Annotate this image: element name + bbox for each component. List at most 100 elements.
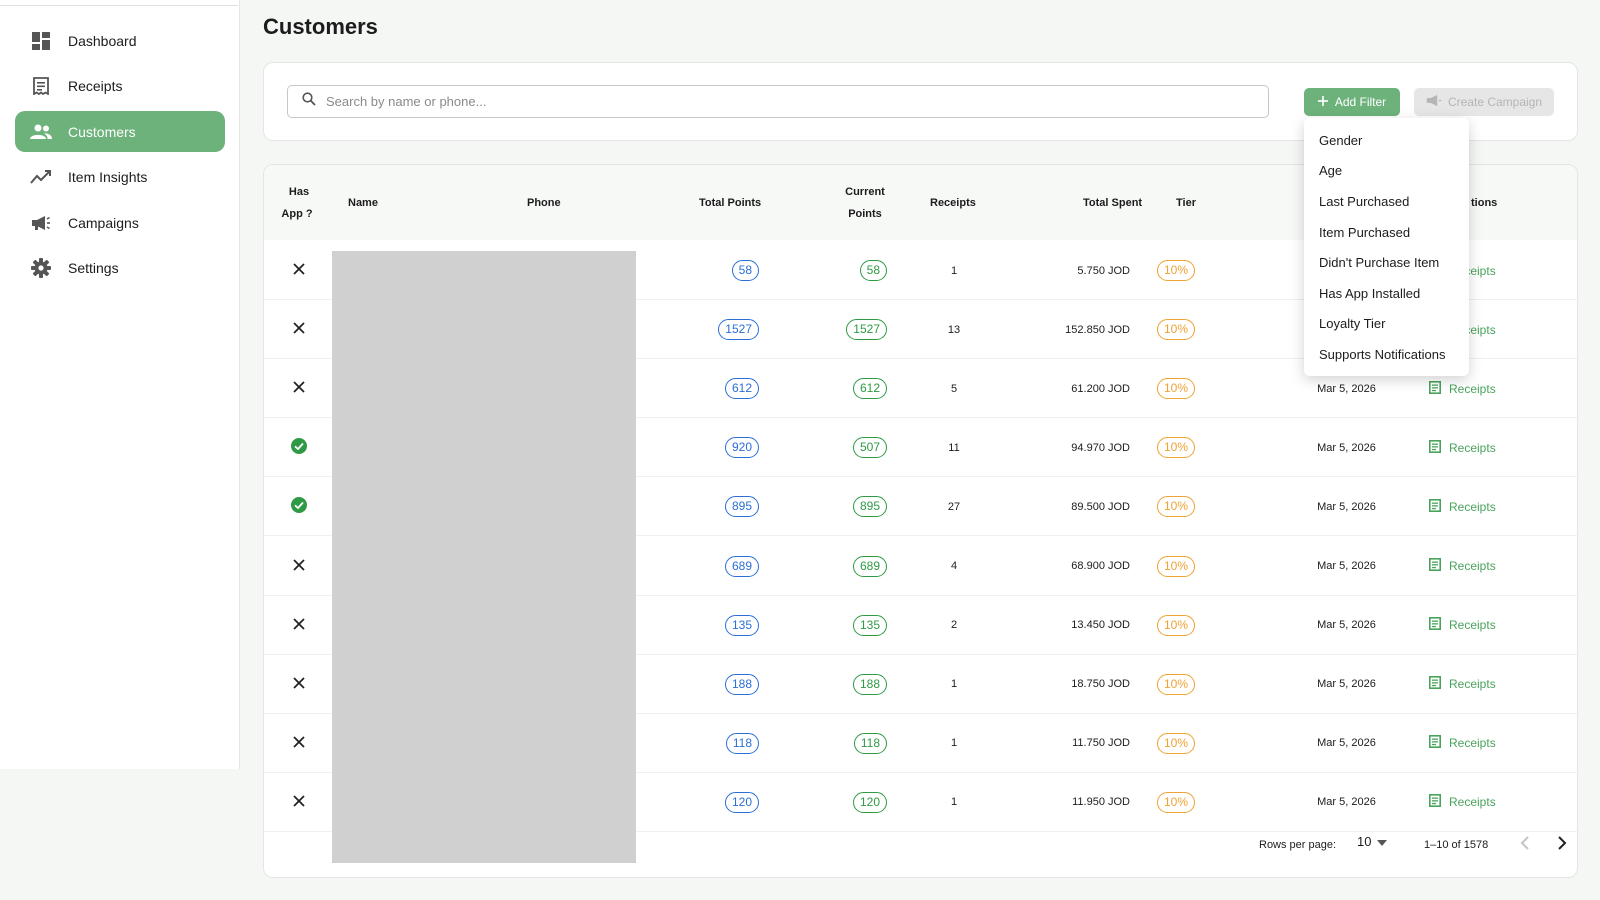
filter-option-supports-notifications[interactable]: Supports Notifications xyxy=(1304,339,1469,370)
receipts-link-label: Receipts xyxy=(1449,559,1496,573)
total-points-badge: 188 xyxy=(724,673,759,695)
sidebar-item-receipts[interactable]: Receipts xyxy=(15,66,225,107)
receipts-link[interactable]: Receipts xyxy=(1429,735,1496,751)
sidebar-item-customers[interactable]: Customers xyxy=(15,111,225,152)
total-points-badge: 120 xyxy=(724,791,759,813)
receipts-count-cell: 2 xyxy=(950,619,958,632)
rows-per-page-value: 10 xyxy=(1357,834,1372,849)
close-icon xyxy=(293,263,305,278)
filter-option-loyalty-tier[interactable]: Loyalty Tier xyxy=(1304,309,1469,340)
has-app-cell xyxy=(284,359,314,418)
tier-cell: 10% xyxy=(1157,359,1217,418)
receipts-link[interactable]: Receipts xyxy=(1429,558,1496,574)
header-total-points[interactable]: Total Points xyxy=(699,192,761,214)
header-phone[interactable]: Phone xyxy=(527,192,561,214)
tier-badge: 10% xyxy=(1157,319,1196,341)
total-spent-cell: 68.900 JOD xyxy=(1071,560,1130,572)
receipts-link-label: Receipts xyxy=(1449,795,1496,810)
rows-per-page-select[interactable]: 10 xyxy=(1357,834,1388,849)
tier-badge: 10% xyxy=(1157,673,1196,695)
header-total-spent[interactable]: Total Spent xyxy=(1083,192,1142,214)
total-spent-cell: 152.850 JOD xyxy=(1065,323,1130,336)
next-page-icon[interactable] xyxy=(1556,835,1568,854)
redacted-name-phone-block xyxy=(332,251,636,863)
date-cell: Mar 5, 2026 xyxy=(1317,678,1376,691)
receipts-link[interactable]: Receipts xyxy=(1429,676,1496,692)
receipts-count-cell: 1 xyxy=(950,796,958,809)
receipts-link-label: Receipts xyxy=(1449,618,1496,633)
filter-option-gender[interactable]: Gender xyxy=(1304,125,1469,156)
receipts-link[interactable]: Receipts xyxy=(1429,380,1496,397)
header-current-points-line1: Current xyxy=(845,186,885,198)
receipts-count-cell: 5 xyxy=(950,382,958,395)
previous-page-icon[interactable] xyxy=(1519,835,1531,854)
tier-cell: 10% xyxy=(1157,714,1217,773)
check-circle-icon xyxy=(291,497,307,516)
receipts-link-cell: Receipts xyxy=(1429,773,1539,832)
header-current-points[interactable]: Current Points xyxy=(842,181,888,225)
receipt-icon xyxy=(1429,676,1441,692)
filter-option-last-purchased[interactable]: Last Purchased xyxy=(1304,186,1469,217)
sidebar-item-label: Campaigns xyxy=(68,214,139,231)
sidebar-item-settings[interactable]: Settings xyxy=(15,248,225,289)
total-spent-cell: 11.750 JOD xyxy=(1072,737,1130,750)
sidebar-item-item-insights[interactable]: Item Insights xyxy=(15,157,225,198)
create-campaign-button[interactable]: Create Campaign xyxy=(1414,88,1554,116)
tier-badge: 10% xyxy=(1157,378,1196,400)
has-app-cell xyxy=(284,418,314,477)
receipt-icon xyxy=(30,75,52,97)
sidebar-item-dashboard[interactable]: Dashboard xyxy=(15,20,225,61)
receipt-icon xyxy=(1429,794,1441,810)
current-points-cell: 507 xyxy=(789,418,887,477)
header-has-app[interactable]: Has App ? xyxy=(281,181,314,225)
filter-option-didnt-purchase-item[interactable]: Didn't Purchase Item xyxy=(1304,247,1469,278)
total-points-cell: 188 xyxy=(664,655,759,714)
receipts-link[interactable]: Receipts xyxy=(1429,498,1496,515)
receipts-link[interactable]: Receipts xyxy=(1429,794,1496,810)
receipts-link[interactable]: Receipts xyxy=(1429,617,1496,633)
tier-cell: 10% xyxy=(1157,241,1217,300)
close-icon xyxy=(293,617,305,633)
receipts-count-cell: 4 xyxy=(950,560,958,572)
receipts-count-cell: 13 xyxy=(947,323,961,336)
megaphone-icon xyxy=(1426,94,1442,110)
has-app-cell xyxy=(284,537,314,596)
header-has-app-line1: Has xyxy=(288,186,310,198)
add-filter-button[interactable]: Add Filter xyxy=(1304,88,1400,116)
sidebar-item-campaigns[interactable]: Campaigns xyxy=(15,202,225,243)
receipts-link-cell: Receipts xyxy=(1429,418,1539,477)
current-points-badge: 1527 xyxy=(846,319,887,341)
search-field[interactable] xyxy=(287,85,1269,118)
megaphone-icon xyxy=(30,212,52,234)
tier-badge: 10% xyxy=(1157,260,1196,281)
close-icon xyxy=(293,322,305,337)
tier-cell: 10% xyxy=(1157,418,1217,477)
header-receipts[interactable]: Receipts xyxy=(930,192,976,214)
dashboard-icon xyxy=(30,30,52,52)
current-points-cell: 188 xyxy=(789,655,887,714)
tier-cell: 10% xyxy=(1157,596,1217,655)
tier-cell: 10% xyxy=(1157,477,1217,536)
total-spent-cell: 61.200 JOD xyxy=(1071,382,1130,395)
search-input[interactable] xyxy=(326,94,1226,109)
filter-option-age[interactable]: Age xyxy=(1304,156,1469,187)
current-points-badge: 135 xyxy=(852,614,887,636)
close-icon xyxy=(293,677,305,692)
header-current-points-line2: Points xyxy=(848,208,882,220)
sidebar-item-label: Receipts xyxy=(68,78,123,94)
create-campaign-label: Create Campaign xyxy=(1447,95,1543,109)
has-app-cell xyxy=(284,773,314,832)
receipts-link[interactable]: Receipts xyxy=(1429,439,1496,456)
filter-option-item-purchased[interactable]: Item Purchased xyxy=(1304,217,1469,248)
receipts-link-label: Receipts xyxy=(1449,499,1496,514)
header-name[interactable]: Name xyxy=(348,192,378,214)
total-points-badge: 1527 xyxy=(718,319,759,341)
total-points-cell: 1527 xyxy=(664,300,759,359)
total-points-badge: 612 xyxy=(724,378,759,400)
filter-option-has-app-installed[interactable]: Has App Installed xyxy=(1304,278,1469,309)
header-tier[interactable]: Tier xyxy=(1176,192,1196,214)
receipts-link-cell: Receipts xyxy=(1429,655,1539,714)
total-points-badge: 895 xyxy=(724,496,759,518)
total-points-cell: 895 xyxy=(664,477,759,536)
date-cell: Mar 5, 2026 xyxy=(1317,796,1376,809)
